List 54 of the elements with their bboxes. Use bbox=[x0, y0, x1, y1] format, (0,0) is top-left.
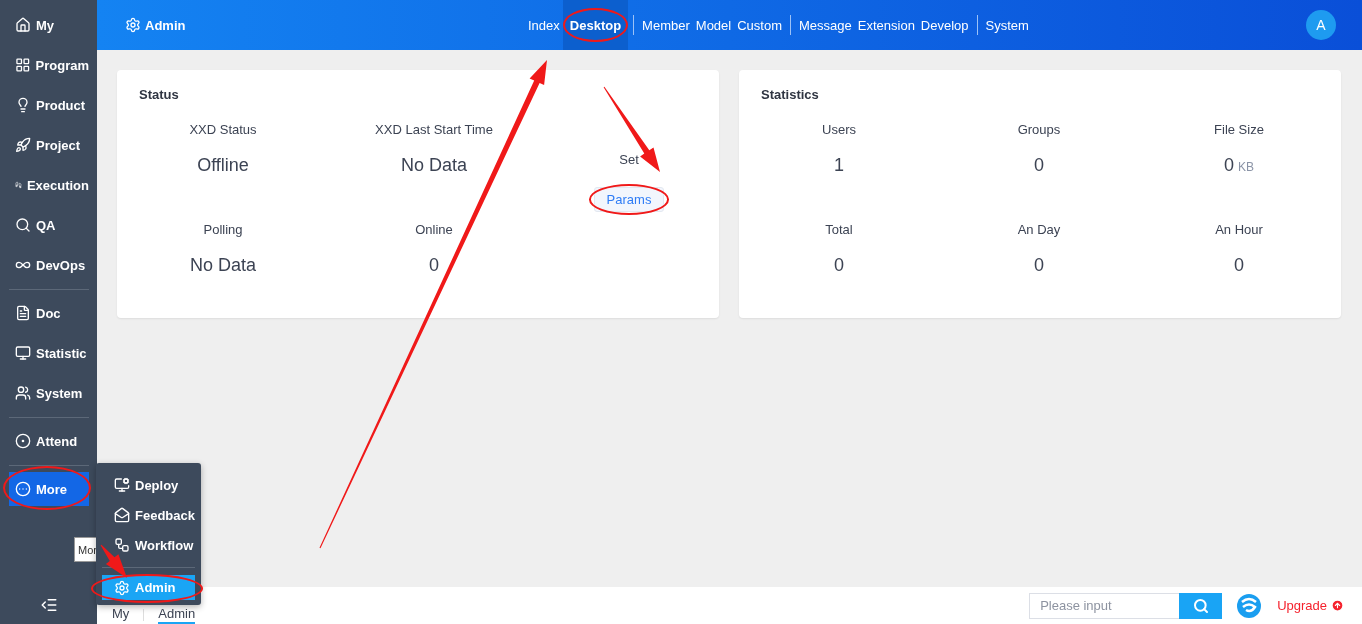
stat-value: 1 bbox=[834, 155, 844, 176]
upgrade-link[interactable]: Upgrade bbox=[1277, 598, 1344, 613]
menu-item[interactable]: Workflow bbox=[102, 530, 195, 560]
stat-value: No Data bbox=[400, 155, 467, 176]
nav-tab[interactable]: Model bbox=[692, 0, 735, 50]
sidebar-item[interactable]: My bbox=[9, 8, 89, 42]
sidebar-item[interactable]: Doc bbox=[9, 296, 89, 330]
sidebar-item[interactable]: System bbox=[9, 376, 89, 410]
stat-label: Groups bbox=[1017, 122, 1061, 137]
stat-label: Users bbox=[822, 122, 856, 137]
sidebar-item[interactable]: Execution bbox=[9, 168, 89, 202]
stat-value: Offline bbox=[197, 155, 249, 176]
sidebar-item[interactable]: Program bbox=[9, 48, 89, 82]
sidebar-item[interactable]: More bbox=[9, 472, 89, 506]
stat-value: 0 bbox=[1224, 155, 1234, 176]
card-title: Statistics bbox=[760, 87, 820, 102]
stat-label: File Size bbox=[1214, 122, 1264, 137]
stat-label: Online bbox=[415, 222, 453, 237]
tooltip: Mor bbox=[74, 537, 98, 562]
stat-value: 0 bbox=[1234, 255, 1244, 276]
nav-tab[interactable]: Extension bbox=[854, 0, 918, 50]
menu-item[interactable]: Deploy bbox=[102, 470, 195, 500]
stat-label: XXD Last Start Time bbox=[375, 122, 493, 137]
stat-value: 0 bbox=[429, 255, 439, 276]
stat-label: An Hour bbox=[1215, 222, 1263, 237]
stat-label: An Day bbox=[1017, 222, 1061, 237]
params-button[interactable]: Params bbox=[593, 187, 665, 212]
nav-tab[interactable]: Develop bbox=[917, 0, 972, 50]
nav-tab[interactable]: Member bbox=[639, 0, 693, 50]
sidebar-item[interactable]: Statistic bbox=[9, 336, 89, 370]
stat-value: 0 bbox=[1034, 155, 1044, 176]
menu-item[interactable]: Feedback bbox=[102, 500, 195, 530]
unit-label: KB bbox=[1238, 160, 1254, 174]
nav-tab[interactable]: Index bbox=[525, 0, 563, 50]
sidebar-item[interactable]: Project bbox=[9, 128, 89, 162]
stat-value: 0 bbox=[834, 255, 844, 276]
stat-label: Total bbox=[825, 222, 853, 237]
stat-label: Polling bbox=[203, 222, 243, 237]
set-label: Set bbox=[619, 152, 639, 167]
app-title: Admin bbox=[145, 17, 186, 33]
sidebar-item[interactable]: DevOps bbox=[9, 248, 89, 282]
stat-value: No Data bbox=[189, 255, 256, 276]
bottom-tab[interactable]: My bbox=[112, 606, 130, 624]
nav-tab[interactable]: System bbox=[982, 0, 1032, 50]
sidebar-item[interactable]: Attend bbox=[9, 424, 89, 458]
sidebar-item[interactable]: QA bbox=[9, 208, 89, 242]
nav-tab[interactable]: Message bbox=[796, 0, 855, 50]
stat-value: 0 bbox=[1034, 255, 1044, 276]
card-title: Status bbox=[138, 87, 180, 102]
sidebar-item[interactable]: Product bbox=[9, 88, 89, 122]
stat-label: XXD Status bbox=[189, 122, 257, 137]
nav-tab[interactable]: Custom bbox=[734, 0, 785, 50]
search-field[interactable]: Please input bbox=[1029, 592, 1180, 619]
nav-tab[interactable]: Desktop bbox=[562, 0, 629, 50]
